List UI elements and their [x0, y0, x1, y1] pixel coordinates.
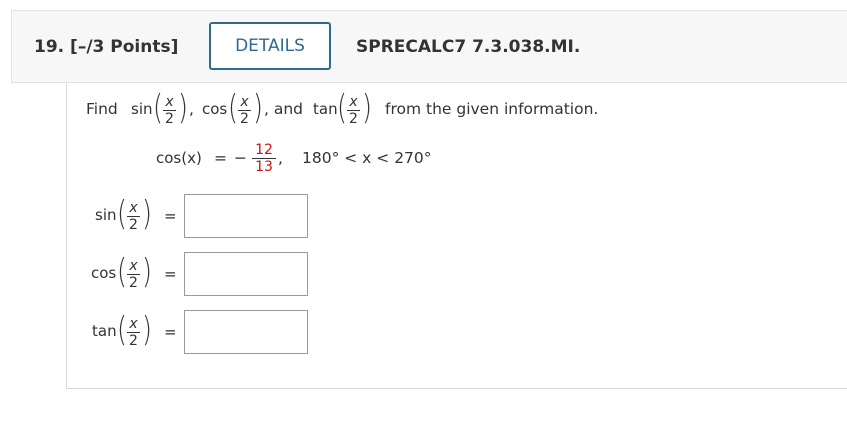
problem-code: SPRECALC7 7.3.038.MI. [356, 37, 581, 57]
answer-input-cos[interactable] [184, 252, 308, 296]
fraction-x-over-2: x2 [238, 95, 251, 126]
question-number: 19. [–/3 Points] [34, 37, 179, 57]
prompt-sin: sin [131, 100, 153, 118]
details-button[interactable]: DETAILS [209, 22, 331, 70]
question-header: 19. [–/3 Points] DETAILS SPRECALC7 7.3.0… [11, 10, 847, 83]
given-condition: 180° < x < 270° [302, 149, 432, 167]
fraction-x-over-2: x2 [347, 95, 360, 126]
answer-label-tan: tan [92, 322, 117, 340]
fraction-x-over-2: x2 [127, 259, 140, 290]
given-fraction: 12 13 [252, 143, 276, 174]
prompt-tail: from the given information. [385, 100, 599, 118]
answer-label-cos: cos [91, 264, 117, 282]
answer-input-sin[interactable] [184, 194, 308, 238]
points-label: [–/3 Points] [70, 37, 179, 57]
answer-label-sin: sin [95, 206, 117, 224]
given-lhs: cos(x) [156, 149, 202, 167]
prompt-and: , and [264, 100, 304, 118]
given-numerator: 12 [255, 142, 273, 158]
fraction-x-over-2: x2 [127, 317, 140, 348]
answer-input-tan[interactable] [184, 310, 308, 354]
prompt-tan: tan [313, 100, 338, 118]
prompt-cos: cos [202, 100, 228, 118]
fraction-x-over-2: x2 [127, 201, 140, 232]
prompt-find: Find [86, 100, 118, 118]
given-denominator: 13 [255, 159, 273, 175]
fraction-x-over-2: x2 [163, 95, 176, 126]
